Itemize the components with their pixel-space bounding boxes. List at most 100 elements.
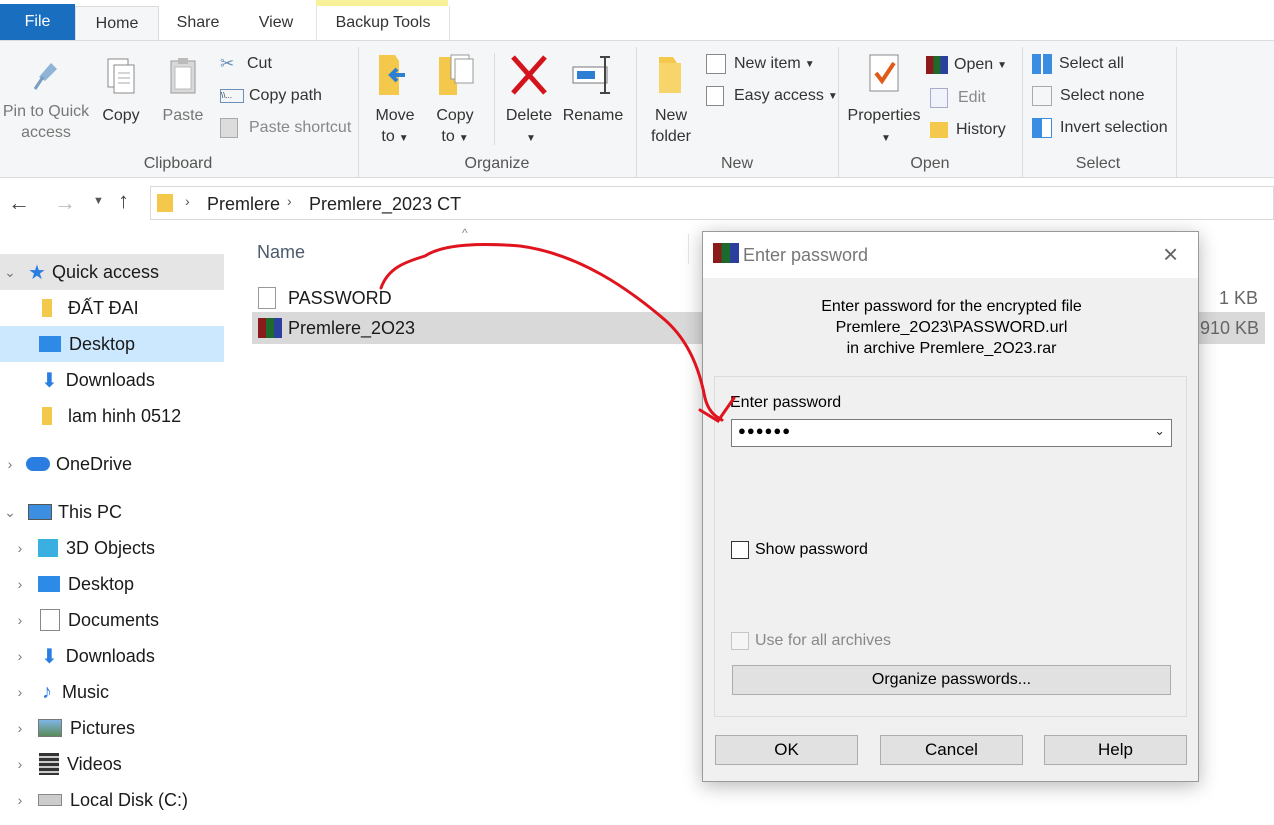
paste-shortcut-button[interactable]: Paste shortcut [220,116,351,140]
nav-item-desktop-quick[interactable]: Desktop [0,326,224,362]
dropdown-caret-icon: ▼ [804,58,815,70]
nav-onedrive[interactable]: › OneDrive [0,446,224,482]
nav-item-dat-dai[interactable]: ĐẤT ĐAI [0,290,224,326]
nav-label: Quick access [51,261,159,282]
close-icon[interactable]: × [1163,239,1178,270]
message-line: Enter password for the encrypted file [821,298,1082,315]
nav-label: lam hinh 0512 [68,405,182,426]
ribbon-separator [1176,47,1177,177]
new-folder-icon [659,57,681,93]
nav-this-pc[interactable]: ⌄ This PC [0,494,224,530]
new-item-button[interactable]: New item ▼ [706,52,815,76]
easy-access-icon [706,86,724,106]
rename-button[interactable]: Rename [562,51,624,126]
select-all-button[interactable]: Select all [1032,52,1124,76]
expand-chevron-icon[interactable]: › [10,720,30,736]
ok-button[interactable]: OK [715,735,858,765]
breadcrumb-premlere[interactable]: Premlere [207,194,280,215]
tab-share[interactable]: Share [162,6,234,40]
expand-chevron-icon[interactable]: › [10,756,30,772]
password-group-box: Enter password ●●●●●● ⌄ Show password Us… [714,376,1187,717]
copy-to-label-2: to [441,128,455,145]
expand-chevron-icon[interactable]: › [10,612,30,628]
copy-to-button[interactable]: Copy to ▼ [432,51,478,149]
film-strip-icon [39,753,59,775]
checkbox-icon[interactable] [731,632,749,650]
nav-label: Local Disk (C:) [70,789,189,810]
sort-ascending-icon: ^ [462,226,468,240]
nav-item-3d-objects[interactable]: › 3D Objects [0,530,224,566]
chevron-down-icon[interactable]: ⌄ [1154,423,1165,439]
history-button[interactable]: History [930,118,1006,142]
invert-selection-label: Invert selection [1060,119,1168,136]
nav-item-downloads[interactable]: › ⬇ Downloads [0,638,224,674]
desktop-icon [39,336,61,352]
properties-label: Properties [847,107,921,124]
expand-chevron-icon[interactable]: › [10,792,30,808]
tab-backup-tools[interactable]: Backup Tools [316,6,450,40]
edit-button[interactable]: Edit [930,86,986,110]
enter-password-dialog: Enter password × Enter password for the … [702,231,1199,782]
expand-chevron-icon[interactable]: › [0,456,20,472]
tab-view[interactable]: View [240,6,312,40]
breadcrumb-premlere-2023-ct[interactable]: Premlere_2023 CT [309,194,461,215]
file-name: PASSWORD [288,287,392,308]
winrar-open-icon [926,56,948,74]
dropdown-caret-icon: ▼ [881,133,891,144]
delete-button[interactable]: Delete ▼ [504,51,554,149]
checkbox-icon[interactable] [731,541,749,559]
new-folder-button[interactable]: New folder [646,51,696,147]
nav-quick-access[interactable]: ⌄ ★ Quick access [0,254,224,290]
forward-arrow-icon[interactable]: → [54,190,76,216]
nav-item-local-disk[interactable]: › Local Disk (C:) [0,782,224,818]
move-to-button[interactable]: Move to ▼ [372,51,418,149]
paste-button[interactable]: Paste [158,55,208,126]
easy-access-button[interactable]: Easy access ▼ [706,84,838,108]
expand-chevron-icon[interactable]: ⌄ [0,264,20,281]
invert-selection-button[interactable]: Invert selection [1032,116,1168,140]
nav-item-videos[interactable]: › Videos [0,746,224,782]
group-label-open: Open [910,155,950,172]
expand-chevron-icon[interactable]: › [10,648,30,664]
cut-label: Cut [247,55,272,72]
copy-button[interactable]: Copy [96,55,146,126]
new-folder-label-2: folder [650,128,692,145]
up-arrow-icon[interactable]: ↑ [118,188,129,214]
properties-button[interactable]: Properties ▼ [846,51,922,149]
tab-home[interactable]: Home [75,6,159,41]
cube-icon [38,539,58,557]
use-for-all-archives-checkbox[interactable]: Use for all archives [731,632,891,650]
open-button[interactable]: Open ▼ [926,53,1007,77]
organize-passwords-button[interactable]: Organize passwords... [732,665,1171,695]
nav-item-lam-hinh[interactable]: lam hinh 0512 [0,398,224,434]
recent-locations-chevron-icon[interactable]: ▼ [93,195,104,207]
cancel-button[interactable]: Cancel [880,735,1023,765]
winrar-archive-icon [258,318,282,338]
address-bar[interactable]: › Premlere › Premlere_2023 CT [150,186,1274,220]
select-none-button[interactable]: Select none [1032,84,1145,108]
show-password-checkbox[interactable]: Show password [731,541,868,559]
password-combo-box[interactable]: ●●●●●● ⌄ [731,419,1172,447]
copy-to-label-1: Copy [436,107,474,124]
expand-chevron-icon[interactable]: ⌄ [0,504,20,521]
nav-item-pictures[interactable]: › Pictures [0,710,224,746]
nav-item-desktop[interactable]: › Desktop [0,566,224,602]
nav-item-music[interactable]: › ♪ Music [0,674,224,710]
copy-path-button[interactable]: \\... Copy path [220,84,322,108]
help-button[interactable]: Help [1044,735,1187,765]
pin-to-quick-access-button[interactable]: Pin to Quick access [2,55,90,143]
pin-icon [33,63,57,90]
expand-chevron-icon[interactable]: › [10,576,30,592]
tab-file[interactable]: File [0,4,75,40]
dialog-title-bar[interactable]: Enter password × [703,232,1198,278]
expand-chevron-icon[interactable]: › [10,540,30,556]
nav-item-downloads-quick[interactable]: ⬇ Downloads [0,362,224,398]
dropdown-caret-icon: ▼ [827,90,838,102]
new-item-label: New item [734,55,801,72]
column-header-name[interactable]: Name [257,242,305,263]
cut-button[interactable]: ✂ Cut [220,52,272,76]
nav-item-documents[interactable]: › Documents [0,602,224,638]
back-arrow-icon[interactable]: ← [8,190,30,216]
expand-chevron-icon[interactable]: › [10,684,30,700]
copy-path-label: Copy path [249,87,322,104]
